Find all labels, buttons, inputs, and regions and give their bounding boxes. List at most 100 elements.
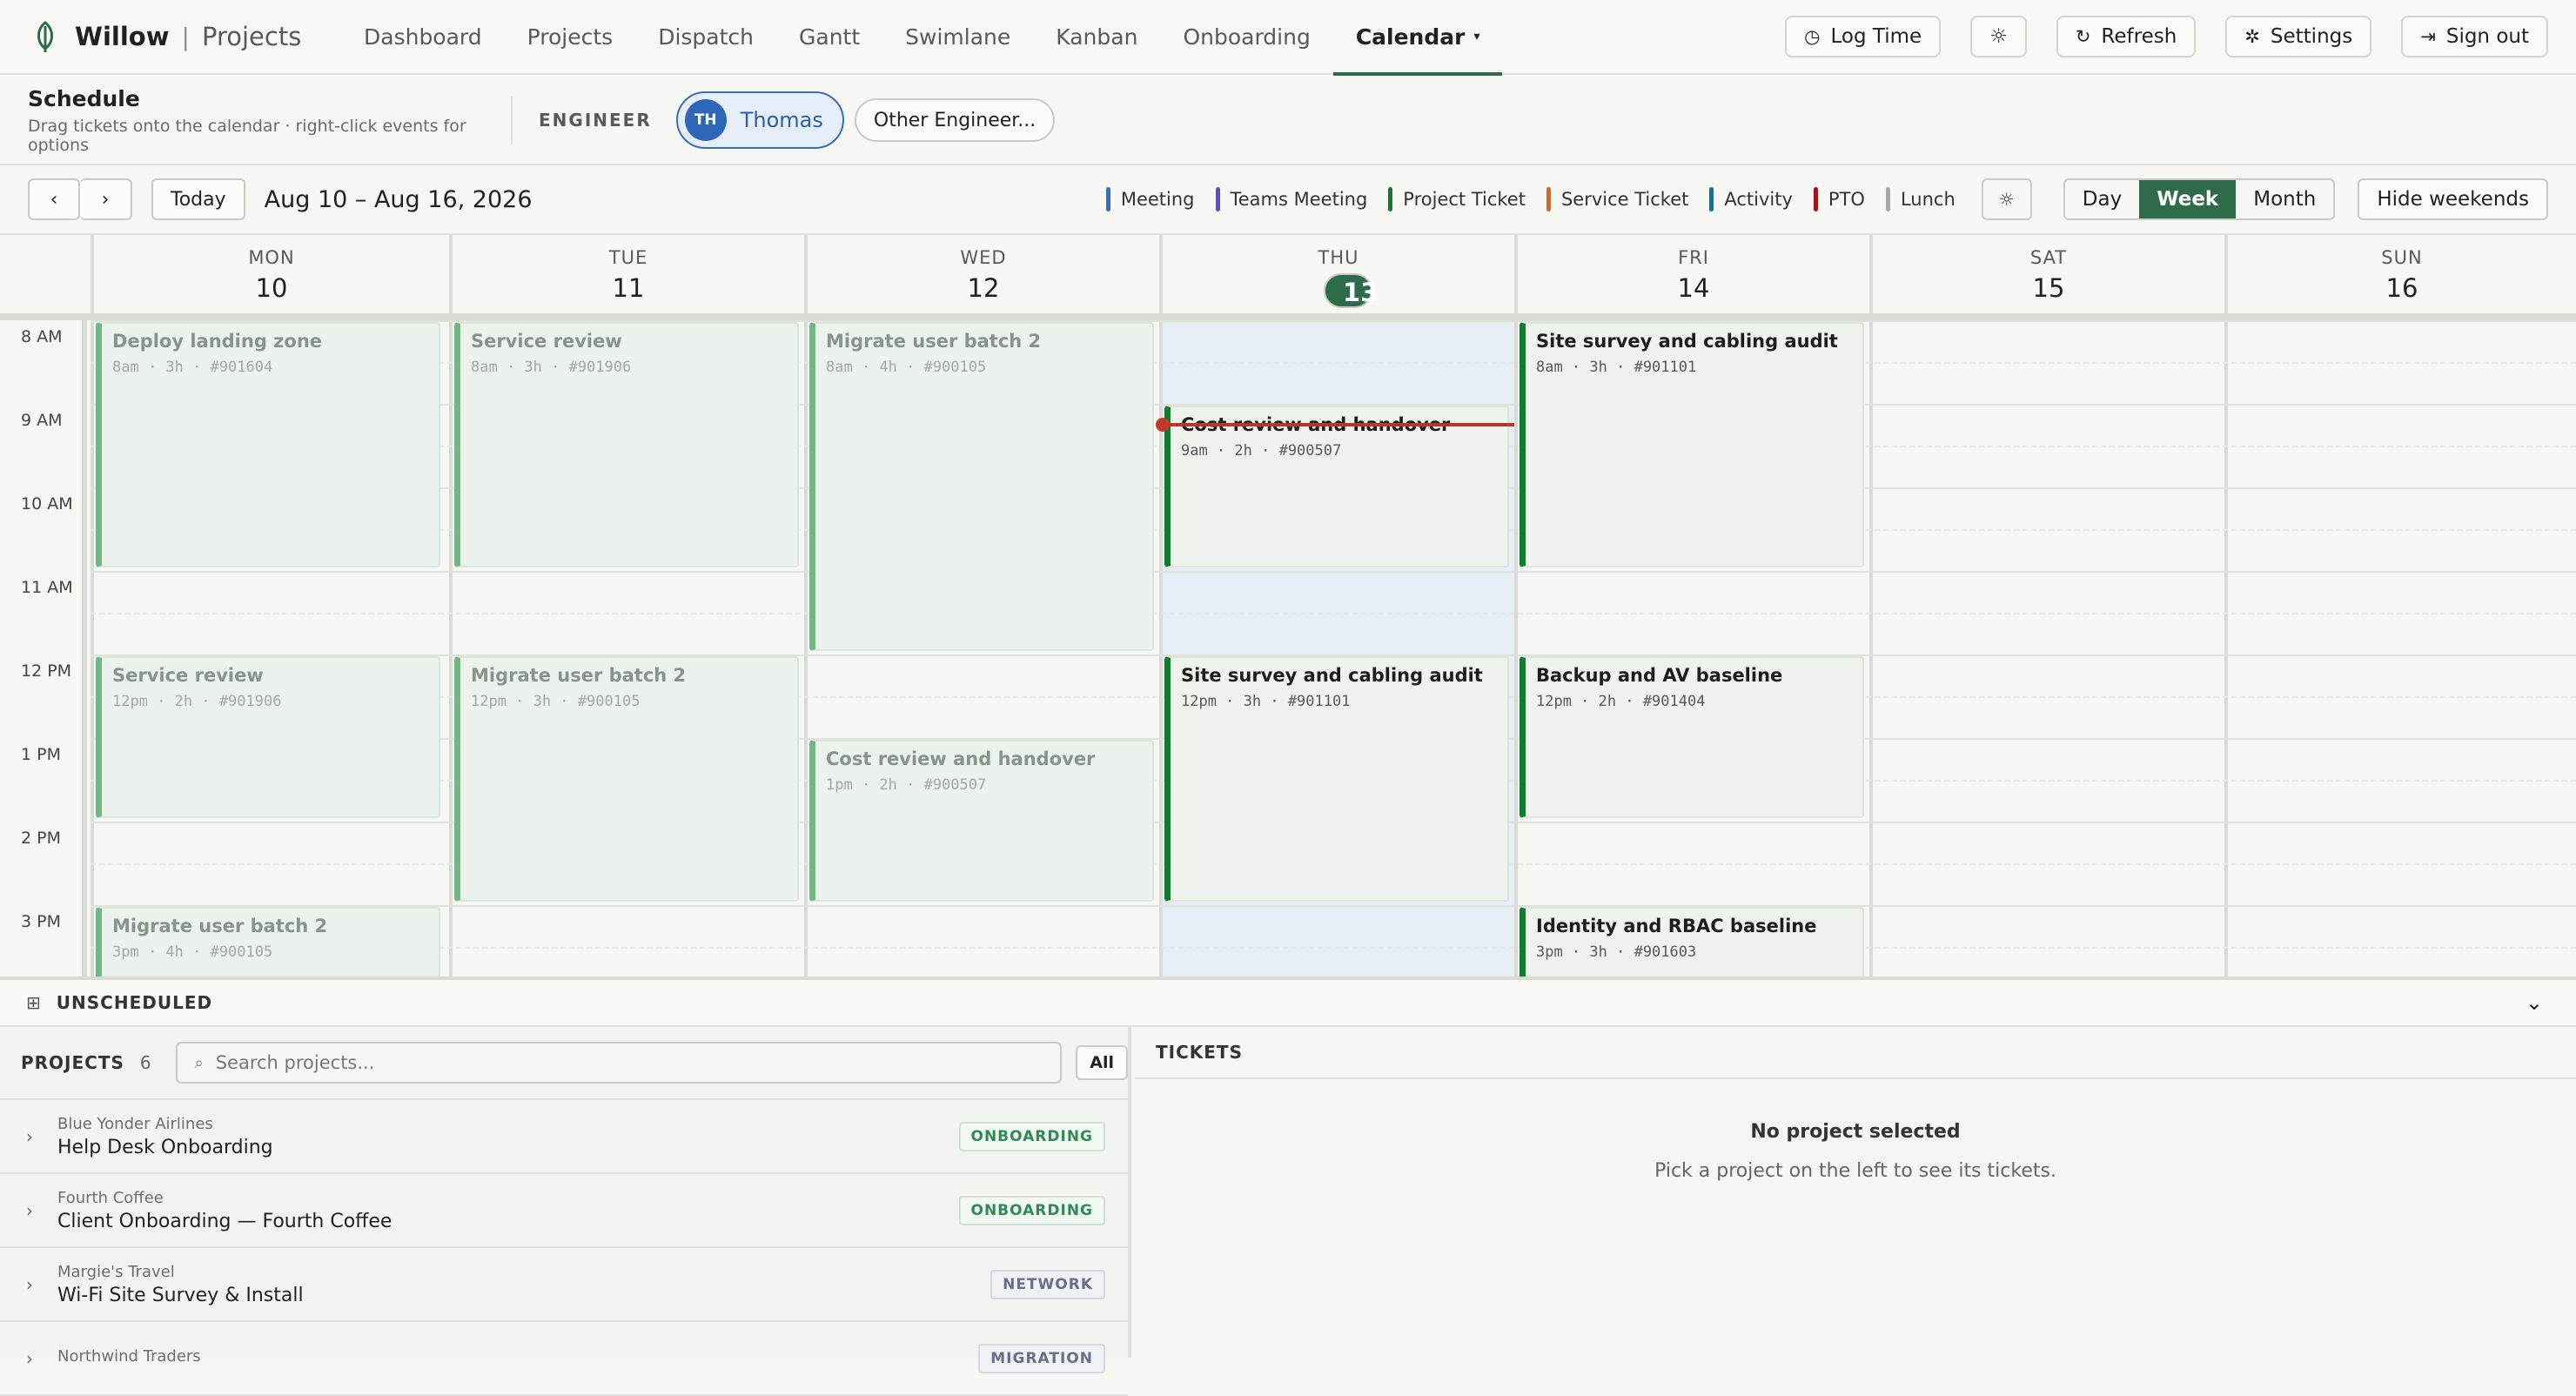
event-title: Migrate user batch 2 — [826, 331, 1042, 352]
tab-kanban[interactable]: Kanban — [1033, 0, 1160, 74]
event-title: Cost review and handover — [826, 748, 1096, 769]
tab-dispatch[interactable]: Dispatch — [635, 0, 776, 74]
theme-toggle-button[interactable]: ☼ — [1970, 16, 2027, 57]
projects-panel: PROJECTS 6 ⌕ Search projects... All › Blu… — [0, 1027, 1131, 1396]
project-row[interactable]: › Blue Yonder Airlines Help Desk Onboardin… — [0, 1100, 1128, 1174]
day-header-sun[interactable]: SUN 16 — [2224, 235, 2576, 313]
empty-subtitle: Pick a project on the left to see its ti… — [1654, 1160, 2056, 1182]
prev-week-button[interactable]: ‹ — [28, 178, 80, 220]
calendar-event[interactable]: Migrate user batch 2 12pm · 3h · #900105 — [454, 656, 799, 902]
event-meta: 8am · 3h · #901906 — [471, 359, 632, 376]
next-week-button[interactable]: › — [80, 178, 132, 220]
event-meta: 1pm · 2h · #900507 — [826, 776, 987, 794]
time-label: 2 PM — [21, 829, 61, 848]
project-row[interactable]: › Northwind Traders MIGRATION — [0, 1322, 1128, 1396]
hour-line — [91, 571, 2576, 573]
view-day-button[interactable]: Day — [2065, 180, 2139, 218]
calendar-event[interactable]: Cost review and handover 9am · 2h · #9005… — [1164, 406, 1509, 567]
legend-swatch — [1709, 187, 1714, 211]
caret-down-icon: ▾ — [1473, 30, 1480, 44]
header-divider — [0, 313, 2576, 320]
project-name: Help Desk Onboarding — [57, 1136, 273, 1158]
day-header-sat[interactable]: SAT 15 — [1869, 235, 2224, 313]
hide-weekends-button[interactable]: Hide weekends — [2358, 178, 2548, 220]
chevron-right-icon[interactable]: › — [26, 1126, 57, 1147]
calendar-event[interactable]: Site survey and cabling audit 8am · 3h · … — [1519, 322, 1864, 567]
search-icon: ⌕ — [194, 1053, 204, 1072]
project-row[interactable]: › Fourth Coffee Client Onboarding — Fourth… — [0, 1174, 1128, 1248]
calendar-event[interactable]: Backup and AV baseline 12pm · 2h · #90140… — [1519, 656, 1864, 818]
brand[interactable]: Willow | Projects — [28, 19, 324, 54]
day-header-mon[interactable]: MON 10 — [91, 235, 449, 313]
event-meta: 8am · 4h · #900105 — [826, 359, 987, 376]
divider — [511, 96, 513, 144]
today-button[interactable]: Today — [151, 178, 245, 220]
chevron-right-icon[interactable]: › — [26, 1200, 57, 1221]
calendar-event[interactable]: Service review 8am · 3h · #901906 — [454, 322, 799, 567]
other-engineer-button[interactable]: Other Engineer... — [854, 98, 1056, 142]
time-label: 10 AM — [21, 494, 73, 513]
project-list: › Blue Yonder Airlines Help Desk Onboardin… — [0, 1100, 1128, 1396]
calendar-event[interactable]: Service review 12pm · 2h · #901906 — [96, 656, 440, 818]
tab-gantt[interactable]: Gantt — [776, 0, 882, 74]
log-time-label: Log Time — [1830, 25, 1922, 48]
current-time-dot — [1156, 418, 1170, 432]
engineer-label: ENGINEER — [539, 110, 652, 131]
event-meta: 12pm · 3h · #900105 — [471, 693, 641, 710]
log-time-button[interactable]: ◷ Log Time — [1785, 16, 1942, 57]
legend-lunch: Lunch — [1885, 187, 1955, 211]
tab-calendar[interactable]: Calendar ▾ — [1332, 0, 1503, 76]
day-header-thu[interactable]: THU 13 — [1159, 235, 1514, 313]
refresh-button[interactable]: ↻ Refresh — [2056, 16, 2197, 57]
project-type-badge: NETWORK — [990, 1269, 1105, 1299]
time-label: 8 AM — [21, 327, 63, 346]
settings-button[interactable]: ✲ Settings — [2225, 16, 2372, 57]
day-column-sat[interactable] — [1869, 320, 2224, 977]
calendar-event[interactable]: Site survey and cabling audit 12pm · 3h ·… — [1164, 656, 1509, 902]
avatar: TH — [684, 99, 727, 141]
settings-label: Settings — [2270, 25, 2353, 48]
tab-swimlane[interactable]: Swimlane — [882, 0, 1033, 74]
time-label: 11 AM — [21, 578, 73, 597]
day-header-wed[interactable]: WED 12 — [804, 235, 1159, 313]
calendar-event[interactable]: Migrate user batch 2 3pm · 4h · #900105 — [96, 907, 440, 977]
chevron-down-icon[interactable]: ⌄ — [2526, 990, 2543, 1015]
project-row[interactable]: › Margie's Travel Wi-Fi Site Survey & Inst… — [0, 1248, 1128, 1322]
tab-projects[interactable]: Projects — [505, 0, 636, 74]
event-meta: 8am · 3h · #901604 — [112, 359, 273, 376]
day-date-wrap: 11 — [453, 273, 804, 303]
tab-dashboard[interactable]: Dashboard — [341, 0, 505, 74]
main-nav: Dashboard Projects Dispatch Gantt Swimla… — [341, 0, 1503, 76]
engineer-chip-thomas[interactable]: TH Thomas — [675, 91, 844, 149]
project-search-input[interactable]: ⌕ Search projects... — [175, 1042, 1063, 1084]
half-hour-line — [91, 947, 2576, 949]
sign-out-label: Sign out — [2445, 25, 2529, 48]
day-name: THU — [1318, 247, 1359, 268]
filter-all-button[interactable]: All — [1076, 1045, 1128, 1080]
calendar-theme-button[interactable]: ☼ — [1981, 178, 2032, 220]
chevron-right-icon[interactable]: › — [26, 1348, 57, 1369]
calendar-event[interactable]: Identity and RBAC baseline 3pm · 3h · #90… — [1519, 907, 1864, 977]
day-column-sun[interactable] — [2224, 320, 2576, 977]
calendar-event[interactable]: Migrate user batch 2 8am · 4h · #900105 — [809, 322, 1154, 651]
sign-out-button[interactable]: ⇥ Sign out — [2401, 16, 2548, 57]
day-date-wrap: 10 — [94, 273, 449, 303]
day-name: TUE — [608, 247, 648, 268]
tickets-title: TICKETS — [1156, 1042, 1243, 1063]
calendar-event[interactable]: Cost review and handover 1pm · 2h · #9005… — [809, 740, 1154, 902]
calendar-event[interactable]: Deploy landing zone 8am · 3h · #901604 — [96, 322, 440, 567]
half-hour-line — [91, 613, 2576, 614]
tab-onboarding[interactable]: Onboarding — [1160, 0, 1332, 74]
sun-icon: ☼ — [1989, 25, 2008, 48]
view-month-button[interactable]: Month — [2236, 180, 2333, 218]
day-header-fri[interactable]: FRI 14 — [1514, 235, 1869, 313]
view-week-button[interactable]: Week — [2139, 180, 2237, 218]
projects-title: PROJECTS — [21, 1052, 124, 1073]
legend-label: Service Ticket — [1560, 189, 1689, 210]
day-header-tue[interactable]: TUE 11 — [449, 235, 804, 313]
event-meta: 3pm · 4h · #900105 — [112, 943, 273, 961]
schedule-subtitle: Drag tickets onto the calendar · right-c… — [28, 116, 466, 155]
unscheduled-bar[interactable]: ⊞ UNSCHEDULED ⌄ — [0, 977, 2576, 1027]
day-name: MON — [248, 247, 295, 268]
chevron-right-icon[interactable]: › — [26, 1274, 57, 1295]
